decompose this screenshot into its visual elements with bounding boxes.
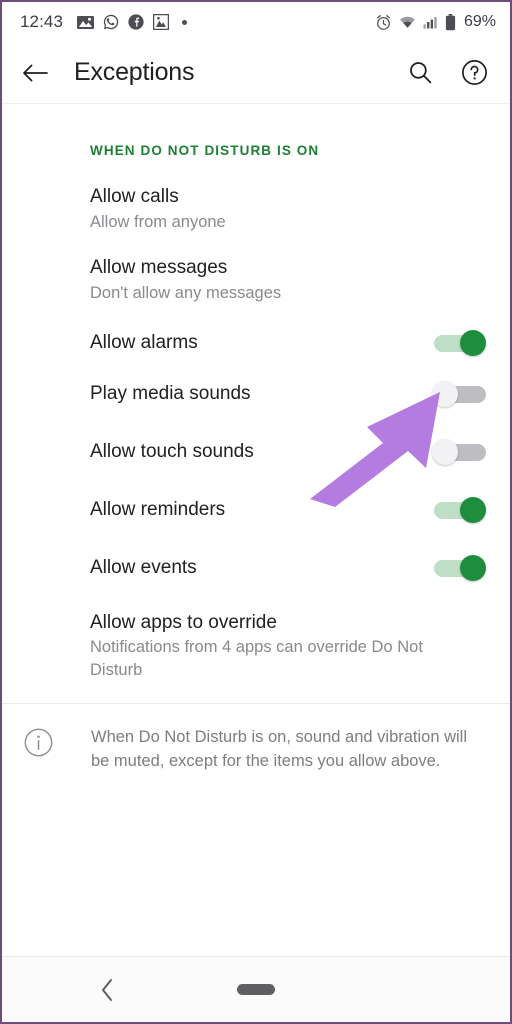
row-subtitle: Don't allow any messages	[90, 283, 282, 302]
signal-icon	[423, 16, 438, 29]
setting-row-allow-messages[interactable]: Allow messages Don't allow any messages	[2, 233, 510, 304]
wifi-icon	[399, 16, 416, 29]
app-bar-actions	[408, 59, 488, 86]
footer-note-text: When Do Not Disturb is on, sound and vib…	[91, 727, 468, 770]
toggle-play-media-sounds[interactable]	[432, 380, 486, 407]
page-title: Exceptions	[74, 58, 195, 86]
alarm-icon	[375, 14, 392, 31]
setting-row-allow-events[interactable]: Allow events	[2, 536, 510, 594]
row-text-group: Allow alarms	[90, 330, 432, 356]
toggle-allow-reminders[interactable]	[432, 496, 486, 523]
status-bar-notification-icons	[77, 14, 188, 30]
row-title: Allow reminders	[90, 498, 226, 520]
toggle-thumb	[432, 438, 458, 465]
toggle-thumb	[460, 554, 486, 581]
facebook-icon	[128, 14, 144, 30]
row-text-group: Allow events	[90, 555, 432, 581]
row-subtitle: Notifications from 4 apps can override D…	[90, 638, 423, 679]
status-bar-clock: 12:43	[20, 12, 64, 31]
row-text-group: Allow reminders	[90, 497, 432, 523]
status-bar: 12:43 69%	[2, 2, 510, 42]
battery-percent-label: 69%	[463, 13, 496, 30]
row-title: Allow touch sounds	[90, 440, 254, 462]
nav-back-chevron-icon[interactable]	[100, 978, 114, 1002]
section-header-dnd: WHEN DO NOT DISTURB IS ON	[90, 143, 320, 158]
gallery-icon	[153, 14, 170, 30]
status-bar-system-icons: 69%	[375, 13, 496, 31]
row-text-group: Allow touch sounds	[90, 439, 432, 465]
row-title: Allow events	[90, 556, 197, 578]
row-text-group: Allow messages Don't allow any messages	[90, 255, 486, 304]
app-bar: Exceptions	[2, 42, 510, 104]
battery-icon	[445, 13, 456, 31]
back-arrow-icon[interactable]	[22, 63, 48, 83]
phone-screen: 12:43 69% Exceptions WHEN DO NOT DISTURB…	[0, 0, 512, 1024]
row-text-group: Allow calls Allow from anyone	[90, 184, 486, 233]
photo-icon	[77, 15, 95, 30]
toggle-allow-alarms[interactable]	[432, 329, 486, 356]
toggle-thumb	[460, 496, 486, 523]
row-title: Play media sounds	[90, 382, 251, 404]
row-text-group: Play media sounds	[90, 381, 432, 407]
row-text-group: Allow apps to override Notifications fro…	[90, 610, 486, 681]
setting-row-allow-apps-to-override[interactable]: Allow apps to override Notifications fro…	[2, 594, 510, 681]
help-icon[interactable]	[461, 59, 488, 86]
whatsapp-icon	[103, 14, 119, 30]
setting-row-allow-reminders[interactable]: Allow reminders	[2, 478, 510, 536]
footer-note: When Do Not Disturb is on, sound and vib…	[2, 702, 510, 774]
row-title: Allow calls	[90, 186, 179, 207]
setting-row-allow-alarms[interactable]: Allow alarms	[2, 304, 510, 362]
row-title: Allow messages	[90, 256, 228, 278]
home-gesture-pill[interactable]	[237, 984, 275, 995]
toggle-allow-touch-sounds[interactable]	[432, 438, 486, 465]
search-icon[interactable]	[408, 60, 433, 85]
setting-row-allow-calls[interactable]: Allow calls Allow from anyone	[2, 158, 510, 233]
setting-row-allow-touch-sounds[interactable]: Allow touch sounds	[2, 420, 510, 478]
toggle-allow-events[interactable]	[432, 554, 486, 581]
system-navigation-bar	[2, 956, 510, 1022]
toggle-thumb	[432, 380, 458, 407]
toggle-thumb	[460, 329, 486, 356]
settings-content: WHEN DO NOT DISTURB IS ON Allow calls Al…	[2, 105, 510, 956]
row-title: Allow apps to override	[90, 611, 277, 633]
row-subtitle: Allow from anyone	[90, 212, 226, 231]
setting-row-play-media-sounds[interactable]: Play media sounds	[2, 362, 510, 420]
row-title: Allow alarms	[90, 331, 198, 353]
dot-indicator-icon	[182, 19, 188, 25]
info-icon	[24, 728, 53, 774]
